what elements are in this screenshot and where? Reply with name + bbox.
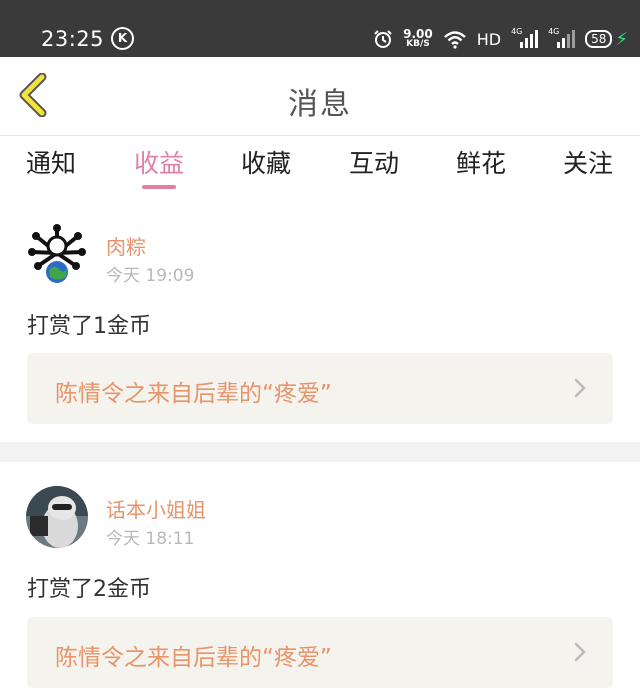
source-title: 陈情令之来自后辈的“疼爱” bbox=[55, 645, 332, 671]
header: 消息 bbox=[0, 57, 640, 136]
card-divider bbox=[0, 442, 640, 462]
charging-icon: ⚡ bbox=[615, 28, 628, 50]
status-icons: 9.00 KB/S HD 4G 4G 58 ⚡ bbox=[373, 27, 628, 51]
page-title: 消息 bbox=[288, 87, 352, 122]
wifi-icon bbox=[443, 31, 466, 49]
tab-flowers[interactable]: 鲜花 bbox=[456, 144, 506, 180]
signal-icon-2: 4G bbox=[548, 27, 576, 48]
source-title: 陈情令之来自后辈的“疼爱” bbox=[55, 381, 332, 407]
speed-value: 9.00 bbox=[403, 27, 433, 41]
battery-indicator: 58 ⚡ bbox=[585, 29, 628, 50]
user-avatar[interactable] bbox=[26, 222, 88, 284]
status-time: 23:25 bbox=[41, 27, 105, 51]
chevron-right-icon bbox=[574, 642, 586, 662]
speed-unit: KB/S bbox=[406, 39, 430, 49]
user-avatar[interactable] bbox=[26, 486, 88, 548]
tab-notifications[interactable]: 通知 bbox=[26, 144, 76, 180]
tab-interactions[interactable]: 互动 bbox=[349, 144, 399, 180]
network-type-2: 4G bbox=[548, 27, 560, 36]
tab-favorites[interactable]: 收藏 bbox=[241, 144, 291, 180]
status-bar: 23:25 K 9.00 KB/S HD 4G 4G 58 ⚡ bbox=[0, 0, 640, 57]
user-name[interactable]: 话本小姐姐 bbox=[106, 494, 206, 523]
reward-text: 打赏了1金币 bbox=[27, 314, 151, 339]
network-speed: 9.00 KB/S bbox=[403, 27, 433, 49]
alarm-icon bbox=[374, 30, 392, 48]
user-name[interactable]: 肉粽 bbox=[106, 231, 146, 260]
tab-earnings[interactable]: 收益 bbox=[134, 144, 184, 180]
tab-bar: 通知 收益 收藏 互动 鲜花 关注 bbox=[0, 136, 640, 196]
chevron-right-icon bbox=[574, 378, 586, 398]
source-link[interactable]: 陈情令之来自后辈的“疼爱” bbox=[27, 617, 613, 688]
k-app-icon: K bbox=[111, 27, 134, 50]
hd-indicator: HD bbox=[476, 29, 502, 49]
message-card: 肉粽 今天 19:09 打赏了1金币 陈情令之来自后辈的“疼爱” bbox=[0, 200, 640, 442]
reward-text: 打赏了2金币 bbox=[27, 577, 151, 602]
network-type: 4G bbox=[511, 27, 523, 36]
tab-following[interactable]: 关注 bbox=[563, 144, 613, 180]
signal-icon: 4G bbox=[511, 27, 539, 48]
message-card: 话本小姐姐 今天 18:11 打赏了2金币 陈情令之来自后辈的“疼爱” bbox=[0, 462, 640, 696]
battery-level: 58 bbox=[585, 30, 613, 48]
active-tab-indicator bbox=[142, 185, 176, 189]
message-time: 今天 18:11 bbox=[106, 529, 195, 549]
source-link[interactable]: 陈情令之来自后辈的“疼爱” bbox=[27, 353, 613, 424]
message-time: 今天 19:09 bbox=[106, 266, 195, 286]
